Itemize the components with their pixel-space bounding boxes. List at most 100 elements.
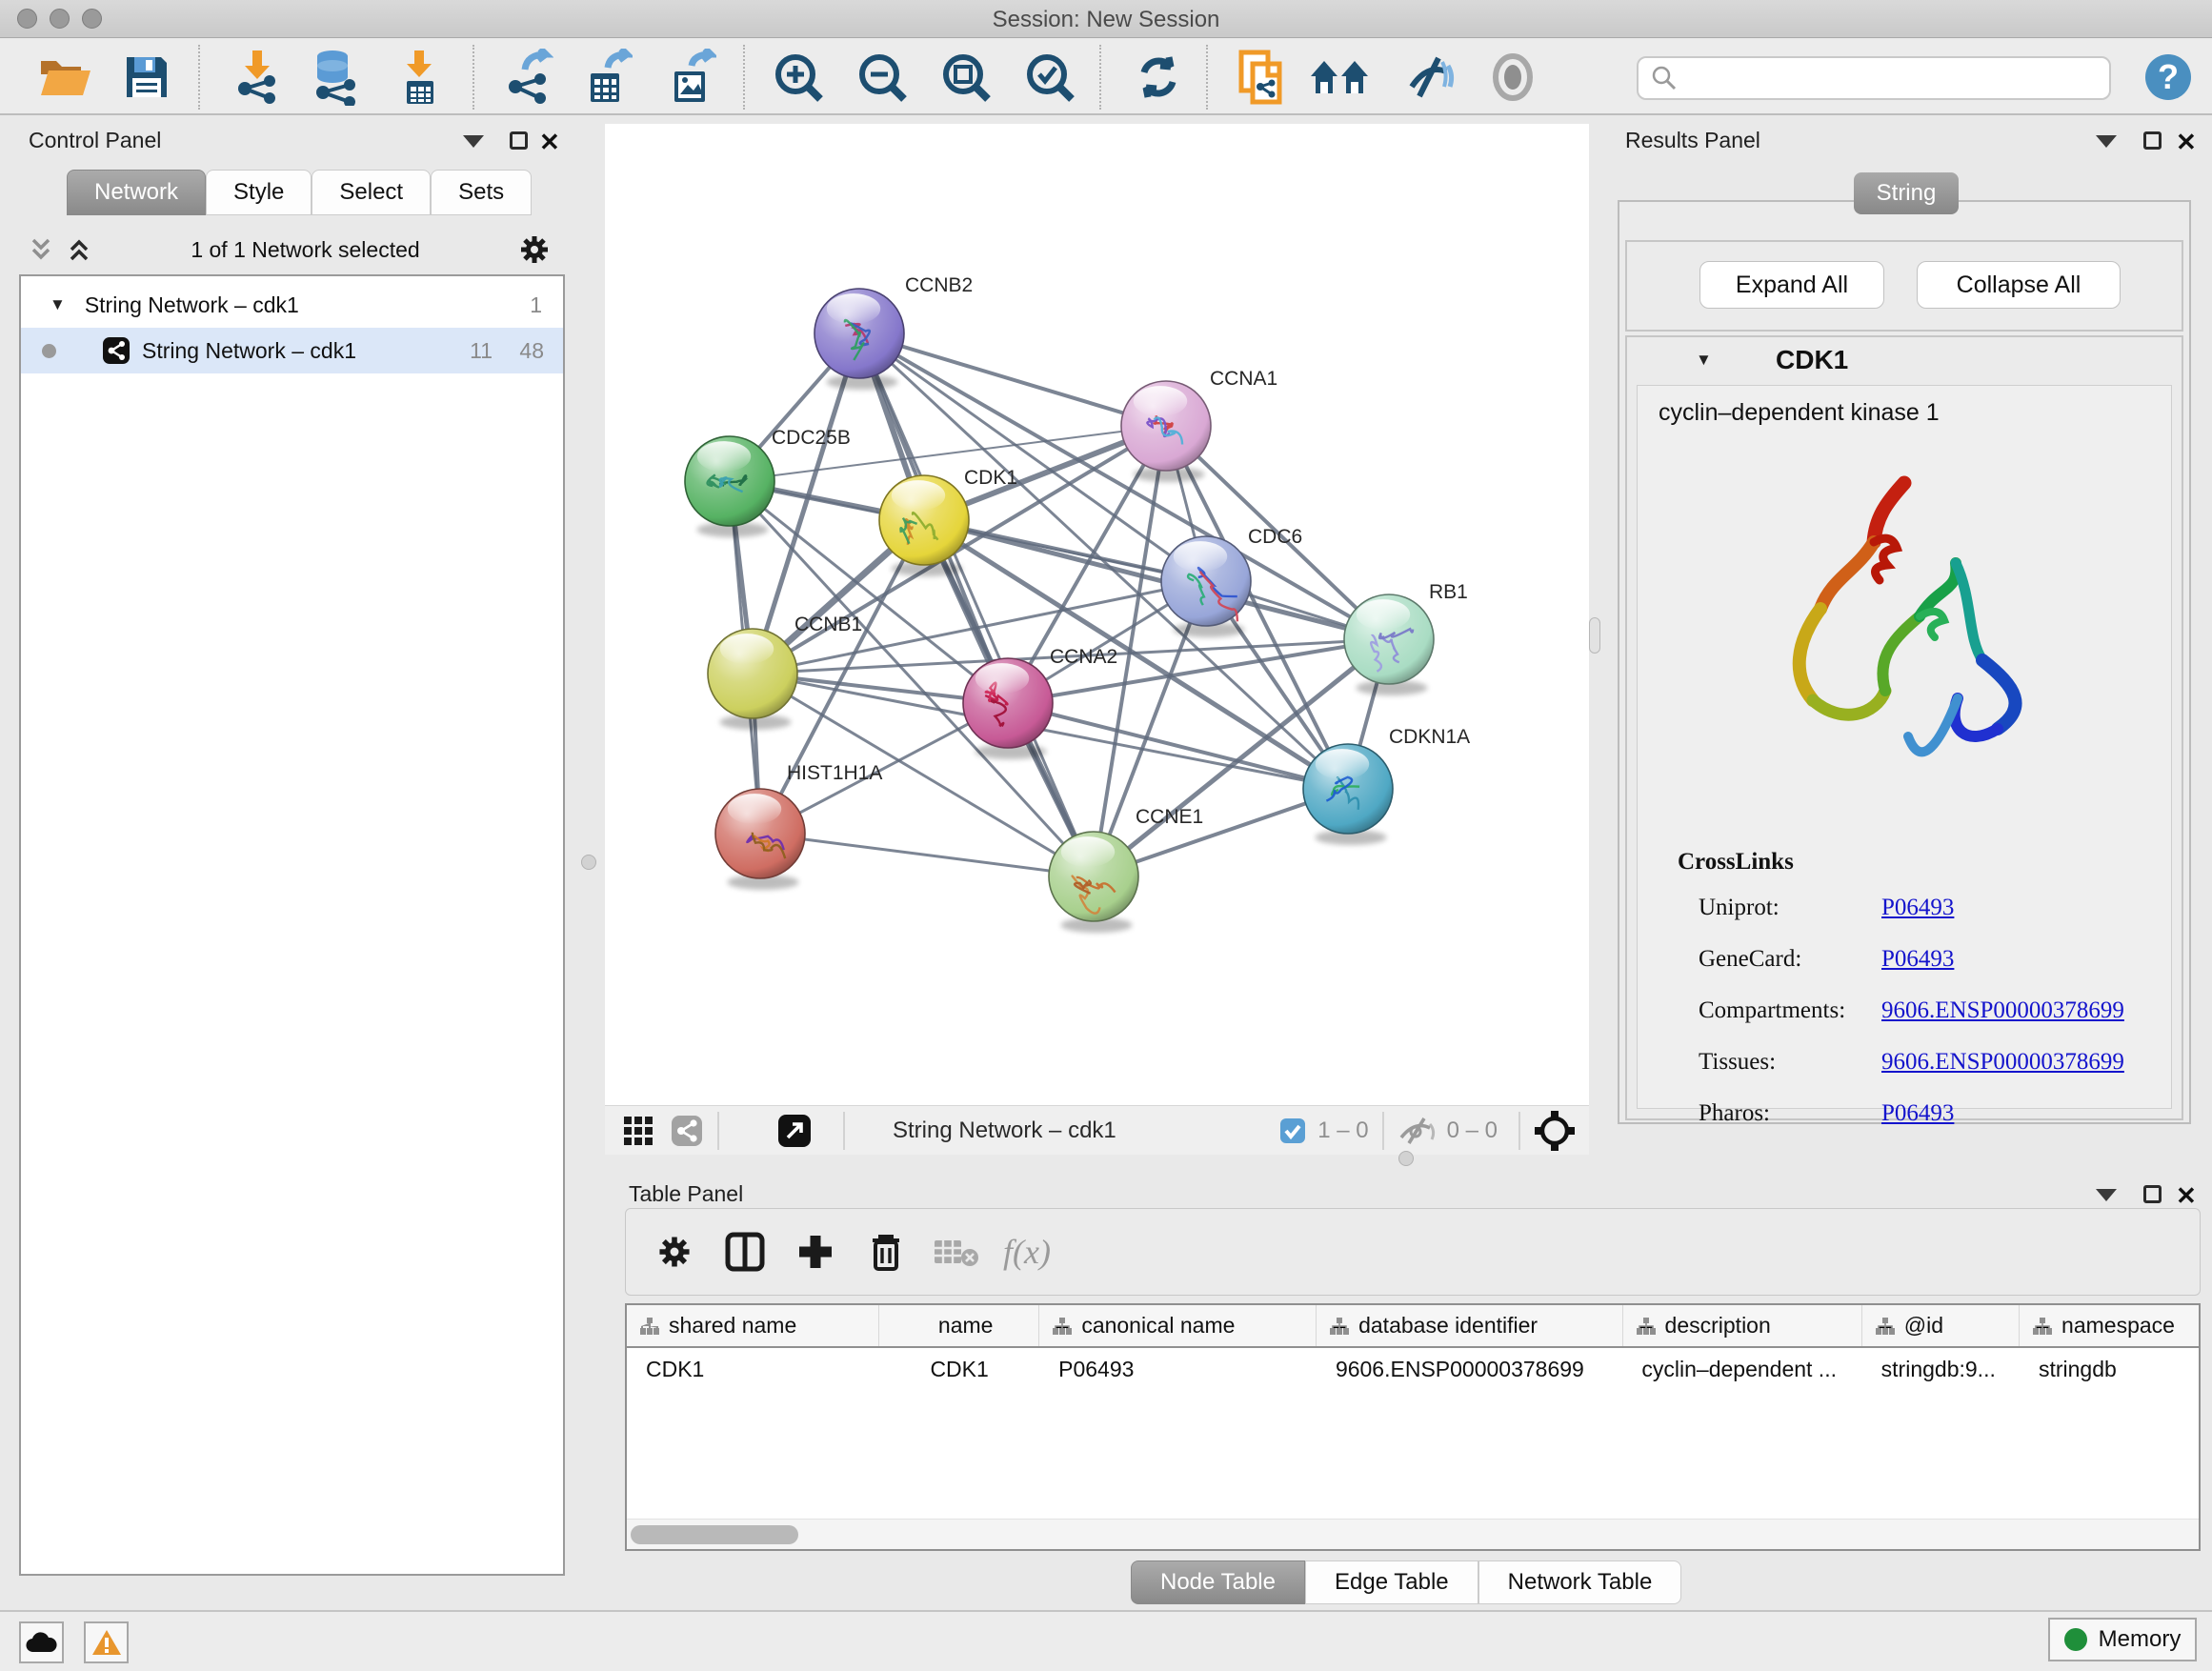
database-import-icon: [308, 49, 363, 106]
node-CDKN1A[interactable]: CDKN1A: [1303, 726, 1470, 845]
copy-to-clipboard-button[interactable]: [1231, 47, 1292, 108]
birdseye-crosshair-icon[interactable]: [1534, 1110, 1576, 1152]
collapse-all-chevron-icon[interactable]: [27, 235, 55, 264]
float-panel-icon[interactable]: [2143, 1185, 2162, 1203]
gene-entry-header[interactable]: ▼ CDK1: [1627, 337, 2182, 383]
zoom-fit-icon: [940, 51, 992, 103]
column-header[interactable]: name: [879, 1305, 1039, 1346]
home-button[interactable]: [1309, 47, 1370, 108]
zoom-selected-button[interactable]: [1019, 47, 1080, 108]
zoom-fit-button[interactable]: [935, 47, 996, 108]
column-type-icon: [2033, 1318, 2052, 1335]
collapse-panel-icon[interactable]: [2096, 135, 2117, 148]
zoom-in-button[interactable]: [768, 47, 829, 108]
scrollbar-thumb[interactable]: [631, 1525, 798, 1544]
hide-selected-button[interactable]: [1400, 47, 1461, 108]
edge-HIST1H1A-CCNE1[interactable]: [760, 834, 1094, 876]
table-options-button[interactable]: [639, 1233, 710, 1271]
left-splitter-handle[interactable]: [581, 855, 596, 870]
network-collection-row[interactable]: ▼ String Network – cdk1 1: [21, 282, 563, 328]
tab-select[interactable]: Select: [312, 170, 431, 215]
expand-collapse-bar: Expand All Collapse All: [1625, 240, 2183, 332]
close-panel-icon[interactable]: ✕: [2176, 130, 2197, 154]
close-panel-icon[interactable]: ✕: [539, 130, 560, 154]
import-network-from-database-button[interactable]: [305, 47, 366, 108]
edge-CCNB2-CCNA1[interactable]: [859, 333, 1166, 426]
float-panel-icon[interactable]: [510, 131, 528, 150]
collapse-panel-icon[interactable]: [2096, 1189, 2117, 1201]
zoom-out-button[interactable]: [852, 47, 913, 108]
right-splitter-handle[interactable]: [1589, 617, 1600, 654]
network-share-view-icon[interactable]: [670, 1114, 704, 1148]
tab-sets[interactable]: Sets: [431, 170, 532, 215]
column-header[interactable]: namespace: [2020, 1305, 2199, 1346]
column-type-icon: [1330, 1318, 1349, 1335]
delete-column-button[interactable]: [851, 1231, 921, 1273]
export-image-button[interactable]: [659, 47, 720, 108]
warnings-button[interactable]: [84, 1621, 129, 1663]
tab-style[interactable]: Style: [206, 170, 312, 215]
close-panel-icon[interactable]: ✕: [2176, 1183, 2197, 1208]
export-network-icon: [502, 49, 553, 106]
toolbar-separator: [1206, 45, 1208, 110]
horizontal-scrollbar[interactable]: [627, 1519, 2199, 1549]
tab-network[interactable]: Network: [67, 170, 206, 215]
network-row-selected[interactable]: String Network – cdk1 11 48: [21, 328, 563, 373]
function-builder-button[interactable]: f(x): [992, 1232, 1062, 1272]
node-CCNA1[interactable]: CCNA1: [1121, 368, 1277, 482]
export-table-button[interactable]: [575, 47, 636, 108]
tab-string[interactable]: String: [1854, 172, 1959, 214]
show-columns-button[interactable]: [710, 1231, 780, 1273]
tab-node-table[interactable]: Node Table: [1131, 1560, 1305, 1604]
column-header[interactable]: canonical name: [1039, 1305, 1317, 1346]
column-header[interactable]: @id: [1862, 1305, 2020, 1346]
expand-all-chevron-icon[interactable]: [65, 235, 93, 264]
node-label-HIST1H1A: HIST1H1A: [787, 762, 882, 784]
crosslink-pharos-link[interactable]: P06493: [1881, 1100, 1954, 1127]
tab-network-table[interactable]: Network Table: [1478, 1560, 1682, 1604]
network-view-canvas[interactable]: CCNB2CCNA1CDC25BCDK1CDC6RB1CCNB1CCNA2CDK…: [605, 124, 1589, 1105]
collapse-all-button[interactable]: Collapse All: [1917, 261, 2121, 309]
show-selected-button[interactable]: [1482, 47, 1543, 108]
import-table-button[interactable]: [389, 47, 450, 108]
selected-checkbox-icon[interactable]: [1279, 1117, 1306, 1144]
network-graph[interactable]: CCNB2CCNA1CDC25BCDK1CDC6RB1CCNB1CCNA2CDK…: [605, 124, 1589, 1105]
save-session-button[interactable]: [116, 47, 177, 108]
collapse-panel-icon[interactable]: [463, 135, 484, 148]
entry-expanded-triangle-icon[interactable]: ▼: [1696, 351, 1712, 370]
node-HIST1H1A[interactable]: HIST1H1A: [715, 762, 882, 890]
node-CCNA2[interactable]: CCNA2: [963, 646, 1117, 759]
refresh-button[interactable]: [1128, 47, 1189, 108]
edge-CDK1-RB1[interactable]: [924, 520, 1389, 639]
detach-view-icon[interactable]: [776, 1113, 813, 1149]
network-options-gear-icon[interactable]: [517, 232, 552, 267]
tab-edge-table[interactable]: Edge Table: [1305, 1560, 1478, 1604]
table-row[interactable]: CDK1 CDK1 P06493 9606.ENSP00000378699 cy…: [627, 1348, 2199, 1391]
float-panel-icon[interactable]: [2143, 131, 2162, 150]
import-network-button[interactable]: [227, 47, 288, 108]
cloud-status-button[interactable]: [19, 1621, 64, 1663]
column-header[interactable]: database identifier: [1317, 1305, 1622, 1346]
node-CCNB1[interactable]: CCNB1: [708, 614, 862, 730]
node-table: shared name name canonical name database…: [625, 1303, 2201, 1551]
crosslink-tissues-link[interactable]: 9606.ENSP00000378699: [1881, 1049, 2124, 1076]
expanded-triangle-icon[interactable]: ▼: [50, 295, 66, 314]
column-header[interactable]: shared name: [627, 1305, 879, 1346]
grid-view-icon[interactable]: [622, 1115, 654, 1147]
help-button[interactable]: ?: [2138, 47, 2199, 108]
open-session-button[interactable]: [34, 47, 95, 108]
node-CCNB2[interactable]: CCNB2: [814, 274, 973, 390]
crosslink-uniprot-link[interactable]: P06493: [1881, 895, 1954, 921]
export-network-button[interactable]: [497, 47, 558, 108]
footer-separator: [717, 1112, 719, 1150]
crosslink-genecard-link[interactable]: P06493: [1881, 946, 1954, 973]
bottom-splitter-handle[interactable]: [1398, 1151, 1414, 1166]
crosslink-compartments-link[interactable]: 9606.ENSP00000378699: [1881, 997, 2124, 1024]
search-input[interactable]: [1686, 60, 2109, 96]
column-header[interactable]: description: [1623, 1305, 1862, 1346]
expand-all-button[interactable]: Expand All: [1699, 261, 1884, 309]
memory-button[interactable]: Memory: [2048, 1618, 2197, 1661]
create-column-button[interactable]: [780, 1232, 851, 1272]
delete-table-button[interactable]: [921, 1235, 992, 1269]
node-RB1[interactable]: RB1: [1344, 581, 1468, 695]
